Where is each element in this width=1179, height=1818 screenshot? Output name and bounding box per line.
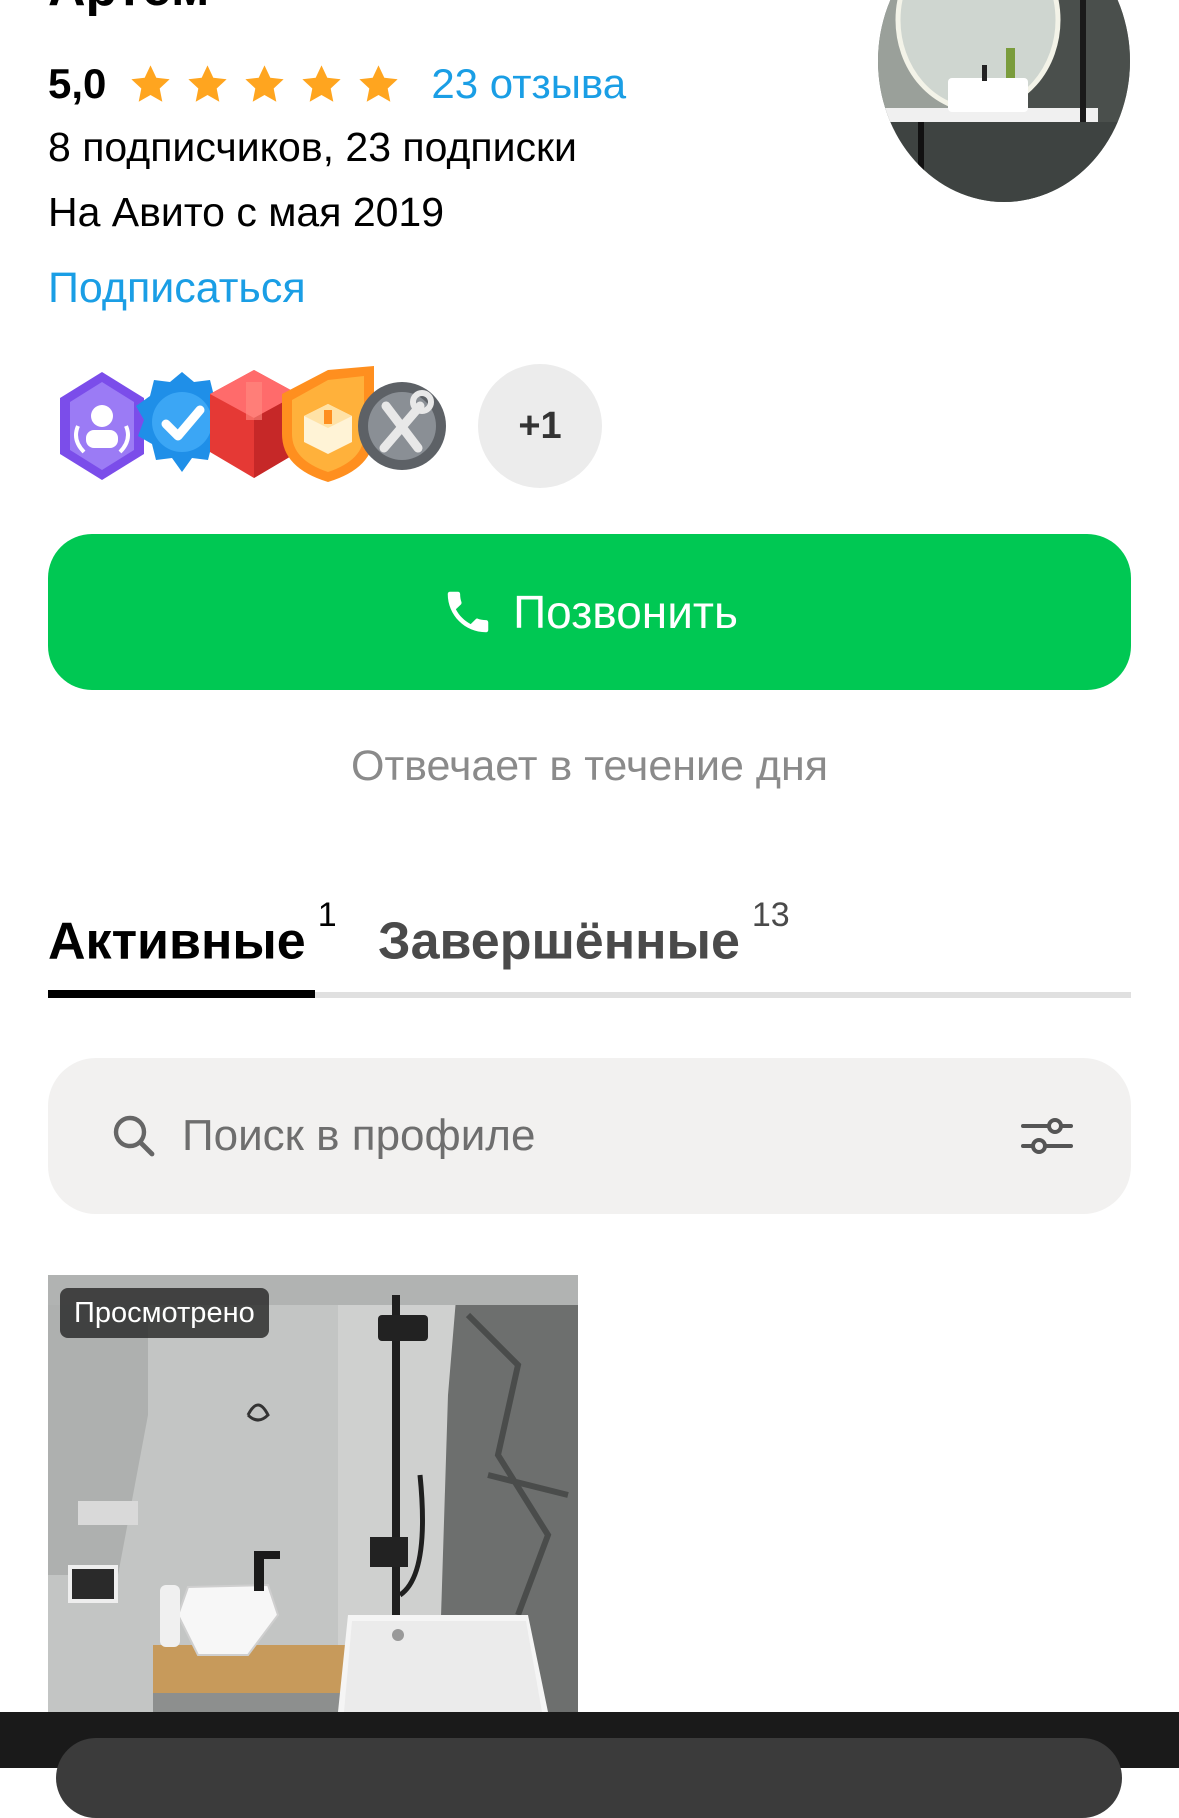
rating-stars — [128, 62, 401, 107]
listing-photo — [48, 1275, 578, 1712]
reply-time: Отвечает в течение дня — [351, 742, 828, 790]
tools-badge-icon — [358, 382, 446, 470]
tab-active-count: 1 — [317, 896, 337, 934]
member-since: На Авито с мая 2019 — [48, 189, 445, 235]
rating-value: 5,0 — [48, 60, 107, 107]
tab-completed-count: 13 — [751, 896, 790, 934]
search-icon — [113, 1115, 155, 1157]
listing-card[interactable] — [48, 1275, 578, 1712]
star-icon — [302, 64, 342, 102]
filter-icon[interactable] — [1021, 1116, 1073, 1156]
tab-completed-label: Завершённые — [378, 912, 740, 971]
more-badges-button[interactable]: +1 — [478, 364, 602, 488]
tab-active-label: Активные — [48, 912, 306, 971]
search-placeholder: Поиск в профиле — [182, 1111, 536, 1160]
profile-name: Артём — [48, 0, 209, 18]
phone-icon — [447, 591, 489, 633]
followers-count[interactable]: 8 подписчиков, 23 подписки — [48, 121, 577, 173]
call-button-label: Позвонить — [513, 586, 738, 638]
call-button[interactable]: Позвонить — [48, 534, 1131, 690]
bottom-bar-pill[interactable] — [56, 1738, 1122, 1818]
tab-completed[interactable]: Завершённые 13 — [378, 894, 790, 976]
star-icon — [245, 64, 285, 102]
tab-indicator — [48, 990, 315, 998]
star-icon — [359, 64, 399, 102]
viewed-badge: Просмотрено — [60, 1288, 269, 1338]
subscribe-link[interactable]: Подписаться — [48, 260, 306, 316]
badges-row[interactable]: +1 — [56, 364, 602, 488]
star-icon — [188, 64, 228, 102]
rating-row: 5,0 23 отзыва — [48, 56, 626, 112]
tab-active[interactable]: Активные 1 — [48, 894, 337, 976]
profile-search-input[interactable]: Поиск в профиле — [48, 1058, 1131, 1214]
avatar[interactable] — [878, 0, 1130, 202]
reviews-link[interactable]: 23 отзыва — [431, 60, 626, 108]
star-icon — [131, 64, 171, 102]
